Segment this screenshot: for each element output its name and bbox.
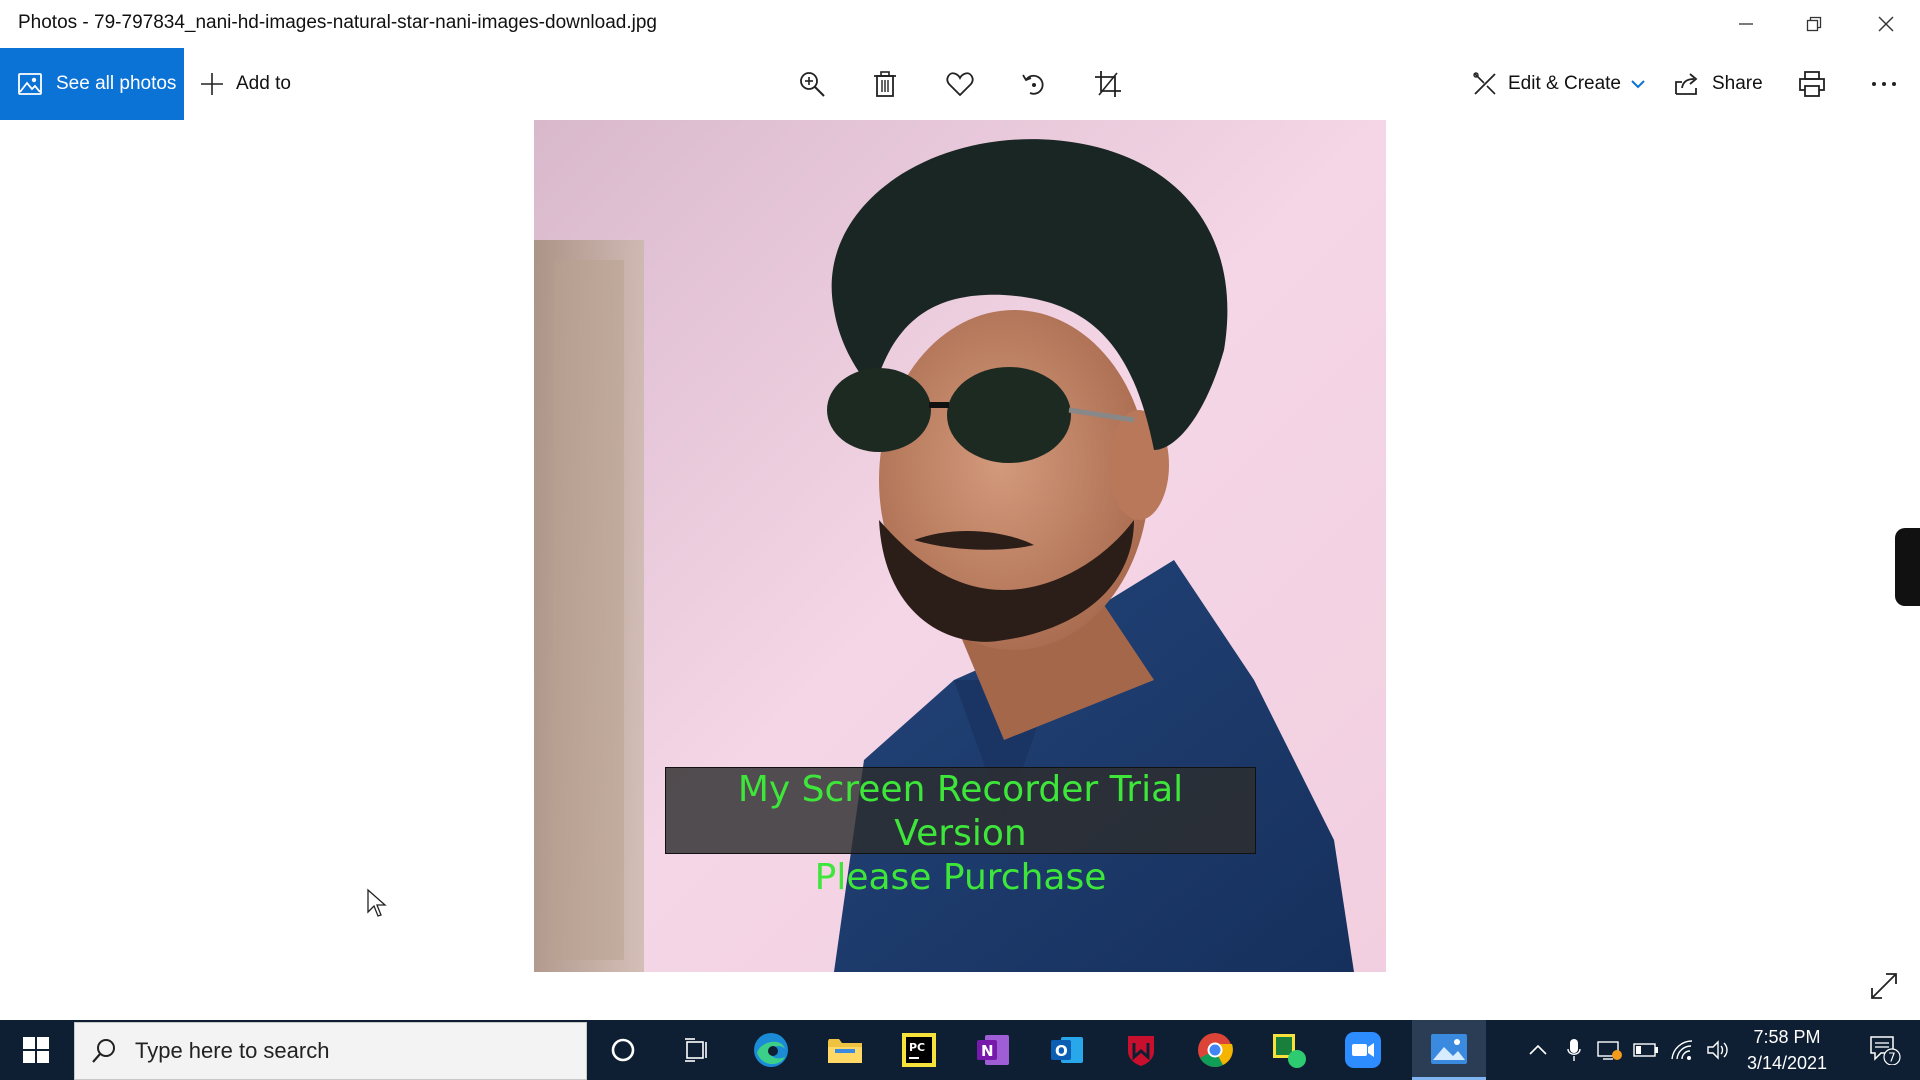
watermark-line-1: My Screen Recorder Trial Version [737,769,1184,854]
title-bar: Photos - 79-797834_nani-hd-images-natura… [0,0,1920,48]
outlook-icon: O [1051,1037,1083,1063]
photos-icon [1431,1033,1467,1064]
close-icon [1878,16,1894,32]
wifi-icon [1671,1040,1693,1060]
close-button[interactable] [1852,0,1920,48]
zoom-button[interactable] [790,62,834,106]
restore-icon [1806,16,1822,32]
taskbar-search-box[interactable]: Type here to search [74,1022,587,1080]
command-bar: See all photos Add to Edit & Create Shar… [0,48,1920,120]
expand-icon [1871,973,1897,999]
svg-text:O: O [1055,1042,1068,1060]
more-icon [1872,82,1896,86]
taskbar: Type here to search PC N O 7:58 PM 3/14/… [0,1020,1920,1080]
crop-button[interactable] [1086,62,1130,106]
clock-time: 7:58 PM [1753,1027,1821,1047]
mcafee-icon [1128,1036,1154,1066]
watermark-line-2: Please Purchase [814,857,1107,898]
show-hidden-icons-button[interactable] [1520,1020,1556,1080]
window-title: Photos - 79-797834_nani-hd-images-natura… [18,12,657,33]
recorder-watermark: My Screen Recorder Trial Version Please … [665,767,1256,898]
cortana-icon [611,1038,635,1062]
notification-icon: 7 [1870,1036,1901,1065]
display-alert-icon [1597,1041,1622,1060]
taskbar-app-photos[interactable] [1412,1020,1486,1080]
minimize-icon [1739,23,1753,25]
zoom-video-icon [1345,1032,1381,1068]
zoom-in-icon [800,72,825,97]
volume-icon [1707,1040,1728,1060]
microphone-tray-button[interactable] [1556,1020,1592,1080]
app-green-icon [1273,1034,1306,1068]
chevron-up-icon [1529,1044,1547,1055]
edit-create-label: Edit & Create [1508,73,1621,94]
taskbar-app-zoom[interactable] [1326,1020,1400,1080]
favorite-button[interactable] [938,62,982,106]
share-button[interactable]: Share [1674,48,1763,120]
folder-icon [828,1039,862,1063]
edit-create-button[interactable]: Edit & Create [1472,48,1645,120]
taskbar-app-chrome[interactable] [1178,1020,1252,1080]
share-icon [1675,73,1698,95]
windows-icon [23,1037,49,1063]
cortana-button[interactable] [586,1020,660,1080]
heart-icon [946,72,974,97]
taskbar-app-mcafee[interactable] [1104,1020,1178,1080]
taskbar-app-green[interactable] [1252,1020,1326,1080]
notification-count: 7 [1888,1051,1896,1065]
chevron-down-icon [1631,80,1645,89]
side-panel-handle[interactable] [1895,528,1920,606]
taskbar-app-outlook[interactable]: O [1030,1020,1104,1080]
display-tray-button[interactable] [1592,1020,1628,1080]
search-placeholder: Type here to search [135,1038,330,1063]
task-view-button[interactable] [660,1020,734,1080]
pycharm-icon: PC [902,1033,936,1067]
rotate-icon [1022,74,1044,95]
crop-icon [1095,71,1121,97]
chrome-icon [1198,1033,1233,1067]
start-button[interactable] [0,1020,72,1080]
fullscreen-button[interactable] [1862,964,1906,1008]
battery-icon [1633,1043,1658,1057]
delete-button[interactable] [863,62,907,106]
restore-button[interactable] [1780,0,1848,48]
search-icon [92,1039,115,1063]
mouse-cursor-icon [367,888,387,917]
photo-icon [18,73,42,95]
taskbar-app-file-explorer[interactable] [808,1020,882,1080]
action-center-button[interactable]: 7 [1850,1020,1920,1080]
print-button[interactable] [1790,62,1834,106]
taskbar-app-edge[interactable] [734,1020,808,1080]
network-tray-button[interactable] [1664,1020,1700,1080]
clock-date: 3/14/2021 [1746,1053,1828,1073]
taskbar-app-pycharm[interactable]: PC [882,1020,956,1080]
minimize-button[interactable] [1712,0,1780,48]
share-label: Share [1712,73,1763,94]
more-options-button[interactable] [1862,62,1906,106]
trash-icon [874,71,896,97]
onenote-icon: N [977,1035,1009,1065]
edge-icon [754,1033,788,1067]
svg-text:PC: PC [909,1041,925,1054]
taskbar-app-onenote[interactable]: N [956,1020,1030,1080]
taskbar-clock[interactable]: 7:58 PM 3/14/2021 [1730,1024,1844,1076]
see-all-photos-button[interactable]: See all photos [0,48,184,120]
add-to-label: Add to [236,73,291,94]
microphone-icon [1567,1039,1581,1061]
task-view-icon [685,1038,707,1062]
plus-icon [201,73,223,95]
add-to-button[interactable]: Add to [200,48,291,120]
edit-create-icon [1473,72,1496,95]
see-all-photos-label: See all photos [56,73,177,94]
print-icon [1799,71,1825,97]
svg-text:N: N [981,1042,994,1060]
battery-tray-button[interactable] [1628,1020,1664,1080]
rotate-button[interactable] [1012,62,1056,106]
